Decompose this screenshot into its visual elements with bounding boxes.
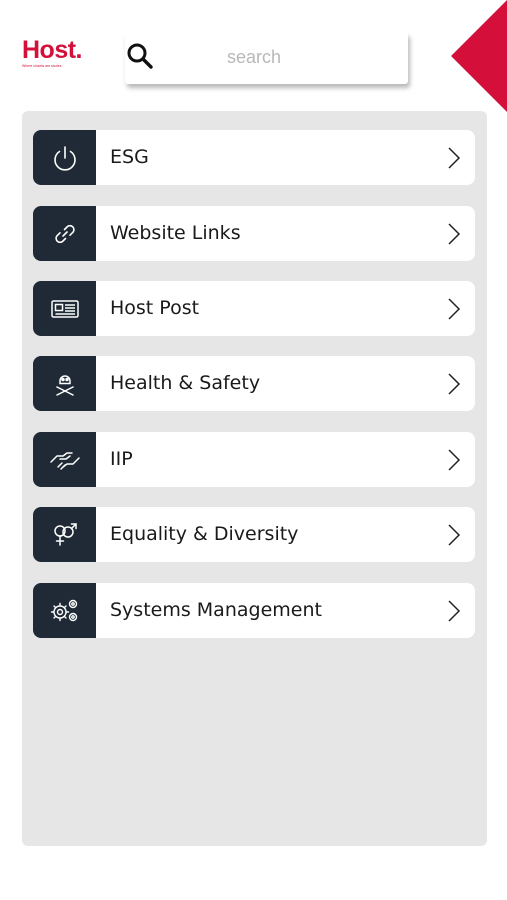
- chevron-right-icon: [448, 524, 461, 546]
- menu-panel: ESG Website Links Host Post Health & Saf…: [22, 111, 487, 846]
- search-bar[interactable]: [125, 32, 408, 84]
- search-icon[interactable]: [124, 40, 156, 72]
- newspaper-icon: [50, 299, 79, 318]
- skull-crossbones-icon: [55, 374, 74, 396]
- menu-item-label: ESG: [110, 146, 149, 168]
- chevron-right-icon: [448, 600, 461, 622]
- menu-item-icon-box: [33, 206, 96, 261]
- link-icon: [54, 224, 75, 243]
- menu-item-icon-box: [33, 432, 96, 487]
- menu-item-icon-box: [33, 583, 96, 638]
- chevron-right-icon: [448, 298, 461, 320]
- menu-item-label: Systems Management: [110, 599, 322, 621]
- menu-item-label: Website Links: [110, 222, 241, 244]
- chevron-right-icon: [448, 147, 461, 169]
- menu-item-label: Equality & Diversity: [110, 523, 299, 545]
- handshake-icon: [49, 451, 80, 470]
- menu-item-icon-box: [33, 356, 96, 411]
- logo-tagline: Where closets are stories: [22, 64, 62, 68]
- menu-item-systems-management[interactable]: Systems Management: [33, 583, 475, 638]
- chevron-right-icon: [448, 449, 461, 471]
- menu-toggle-button[interactable]: [449, 0, 507, 112]
- menu-item-iip[interactable]: IIP: [33, 432, 475, 487]
- chevron-right-icon: [448, 373, 461, 395]
- menu-item-website-links[interactable]: Website Links: [33, 206, 475, 261]
- menu-item-health-safety[interactable]: Health & Safety: [33, 356, 475, 411]
- host-logo: Host. Where closets are stories: [22, 38, 92, 72]
- power-icon: [53, 145, 76, 171]
- search-input[interactable]: [225, 40, 379, 74]
- menu-item-icon-box: [33, 130, 96, 185]
- menu-item-label: Health & Safety: [110, 372, 261, 394]
- menu-item-icon-box: [33, 281, 96, 336]
- menu-item-equality-diversity[interactable]: Equality & Diversity: [33, 507, 475, 562]
- menu-item-icon-box: [33, 507, 96, 562]
- gender-symbols-icon: [53, 522, 77, 546]
- chevron-right-icon: [448, 223, 461, 245]
- menu-item-label: Host Post: [110, 297, 200, 319]
- menu-item-label: IIP: [110, 448, 133, 470]
- gears-icon: [50, 599, 77, 621]
- menu-item-host-post[interactable]: Host Post: [33, 281, 475, 336]
- logo-wordmark: Host.: [22, 36, 83, 64]
- menu-item-esg[interactable]: ESG: [33, 130, 475, 185]
